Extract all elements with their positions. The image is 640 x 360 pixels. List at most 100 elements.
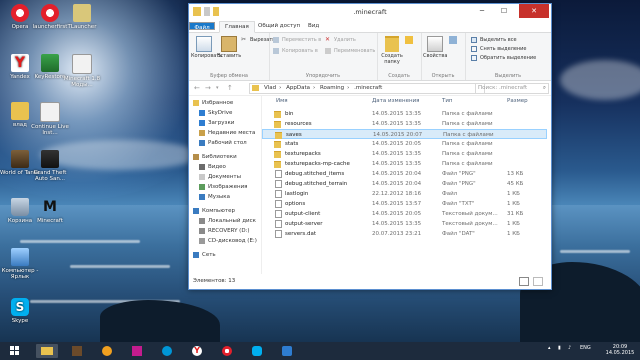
file-row[interactable]: debug.stitched_items 14.05.2015 20:04 Файл… xyxy=(262,169,547,179)
details-view-icon[interactable] xyxy=(519,277,529,286)
desktop-icon-skype[interactable]: S Skype xyxy=(0,298,40,324)
minimize-button[interactable]: ─ xyxy=(471,4,493,18)
taskbar-hp[interactable] xyxy=(156,344,178,358)
taskbar-minecraft[interactable] xyxy=(66,344,88,358)
file-row[interactable]: resources 14.05.2015 13:35 Папка с файлами xyxy=(262,119,547,129)
column-size[interactable]: Размер xyxy=(507,96,528,107)
column-type[interactable]: Тип xyxy=(442,96,453,107)
file-row[interactable]: saves 14.05.2015 20:07 Папка с файлами xyxy=(262,129,547,139)
windows-logo-icon xyxy=(10,346,19,355)
taskbar-skype[interactable] xyxy=(246,344,268,358)
desktop-icon-html[interactable]: Minecraft 1.8 Моды... xyxy=(62,54,102,88)
file-row[interactable]: debug.stitched_terrain 14.05.2015 20:04 Фа… xyxy=(262,179,547,189)
keyrestore-icon xyxy=(41,54,59,72)
nav-item[interactable]: Загрузки xyxy=(189,118,261,128)
nav-item[interactable]: Изображения xyxy=(189,182,261,192)
taskbar-opera[interactable] xyxy=(216,344,238,358)
file-row[interactable]: bin 14.05.2015 13:35 Папка с файлами xyxy=(262,109,547,119)
nav-item[interactable]: RECOVERY (D:) xyxy=(189,226,261,236)
desktop-icon-tlauncher[interactable]: TLauncher xyxy=(62,4,102,30)
taskbar-store[interactable] xyxy=(126,344,148,358)
nav-item[interactable]: Видео xyxy=(189,162,261,172)
back-button[interactable]: ← xyxy=(194,84,200,92)
nav-item[interactable]: Музыка xyxy=(189,192,261,202)
nav-item[interactable]: Рабочий стол xyxy=(189,138,261,148)
up-button[interactable]: ↑ xyxy=(227,84,233,92)
desktop-icon-minecraft[interactable]: M Minecraft xyxy=(30,198,70,224)
move-to-button[interactable]: Переместить в xyxy=(273,36,321,44)
deselect-button[interactable]: Снять выделение xyxy=(471,45,527,53)
delete-button[interactable]: ✕ Удалить xyxy=(325,36,356,44)
breadcrumb-vlad[interactable]: Vlad xyxy=(264,85,276,91)
nav-item[interactable]: Сеть xyxy=(189,250,261,260)
tab-share[interactable]: Общий доступ xyxy=(253,21,305,32)
new-folder-button[interactable]: Создать папку xyxy=(379,36,405,65)
image-icon xyxy=(199,184,205,190)
language-indicator[interactable]: ENG xyxy=(580,345,591,351)
tray-volume-icon[interactable]: ♪ xyxy=(568,345,571,351)
file-row[interactable]: stats 14.05.2015 20:05 Папка с файлами xyxy=(262,139,547,149)
maximize-button[interactable]: ☐ xyxy=(493,4,515,18)
file-row[interactable]: texturepacks-mp-cache 14.05.2015 13:35 Пап… xyxy=(262,159,547,169)
clock[interactable]: 20:09 14.05.2015 xyxy=(602,344,638,356)
new-item-button[interactable] xyxy=(405,36,413,44)
file-name: output-client xyxy=(285,211,321,217)
breadcrumb-roaming[interactable]: Roaming xyxy=(320,85,344,91)
taskbar-app[interactable] xyxy=(276,344,298,358)
nav-item[interactable]: Компьютер xyxy=(189,206,261,216)
address-box[interactable]: Vlad › AppData › Roaming › .minecraft xyxy=(249,83,485,94)
nav-item[interactable]: SkyDrive xyxy=(189,108,261,118)
file-name: stats xyxy=(285,141,299,147)
select-all-button[interactable]: Выделить все xyxy=(471,36,517,44)
opera-icon xyxy=(222,346,232,356)
nav-item[interactable]: Библиотеки xyxy=(189,152,261,162)
large-icons-view-icon[interactable] xyxy=(533,277,543,286)
nav-item[interactable]: Недавние места xyxy=(189,128,261,138)
file-type: Текстовый докум... xyxy=(442,221,498,227)
invert-selection-button[interactable]: Обратить выделение xyxy=(471,54,536,62)
nav-item-label: Документы xyxy=(208,174,241,180)
column-date[interactable]: Дата изменения xyxy=(372,96,419,107)
file-row[interactable]: texturepacks 14.05.2015 13:35 Папка с файл… xyxy=(262,149,547,159)
copy-icon xyxy=(196,36,212,52)
item-count: Элементов: 13 xyxy=(193,278,236,284)
file-row[interactable]: servers.dat 20.07.2013 23:21 Файл "DAT" 1 К… xyxy=(262,229,547,239)
open-button[interactable] xyxy=(449,36,457,44)
file-row[interactable]: lastlogin 22.12.2012 18:16 Файл 1 КБ xyxy=(262,189,547,199)
file-row[interactable]: output-server 14.05.2015 13:35 Текстовый д… xyxy=(262,219,547,229)
nav-item[interactable]: Избранное xyxy=(189,98,261,108)
tab-file[interactable]: Файл xyxy=(189,22,215,31)
nav-item[interactable]: Документы xyxy=(189,172,261,182)
nav-item[interactable]: CD-дисковод (E:) xyxy=(189,236,261,246)
rename-button[interactable]: Переименовать xyxy=(325,47,375,55)
tab-view[interactable]: Вид xyxy=(303,21,324,32)
close-button[interactable]: ✕ xyxy=(519,4,549,18)
tab-home[interactable]: Главная xyxy=(219,21,255,33)
skype-icon xyxy=(252,346,262,356)
breadcrumb-minecraft[interactable]: .minecraft xyxy=(354,85,382,91)
forward-button[interactable]: → xyxy=(205,84,211,92)
nav-item[interactable]: Локальный диск xyxy=(189,216,261,226)
desktop-icon-gta[interactable]: Grand Theft Auto San... xyxy=(30,150,70,182)
breadcrumb-appdata[interactable]: AppData xyxy=(286,85,310,91)
file-row[interactable]: output-client 14.05.2015 20:05 Текстовый д… xyxy=(262,209,547,219)
copy-button[interactable]: Копировать xyxy=(191,36,222,59)
tray-show-hidden-icon[interactable]: ▴ xyxy=(548,345,551,351)
tray-network-icon[interactable]: ▮ xyxy=(558,345,561,351)
taskbar-winamp[interactable] xyxy=(96,344,118,358)
recent-dropdown[interactable]: ▾ xyxy=(216,85,219,91)
file-row[interactable]: options 14.05.2015 13:57 Файл "TXT" 1 КБ xyxy=(262,199,547,209)
column-name[interactable]: Имя xyxy=(276,96,288,107)
taskbar-yandex[interactable]: Y xyxy=(186,344,208,358)
file-icon xyxy=(275,180,282,188)
properties-button[interactable]: Свойства xyxy=(423,36,447,59)
file-type: Папка с файлами xyxy=(442,111,493,117)
desktop-icon-continue[interactable]: Continue Live Inst... xyxy=(30,102,70,136)
paste-button[interactable]: Вставить xyxy=(217,36,241,59)
desktop-icon-computer[interactable]: Компьютер - Ярлык xyxy=(0,248,40,280)
taskbar-explorer[interactable] xyxy=(36,344,58,358)
start-button[interactable] xyxy=(2,344,28,358)
copy-to-button[interactable]: Копировать в xyxy=(273,47,318,55)
search-box[interactable]: Поиск: .minecraft ⌕ xyxy=(475,83,549,94)
cloud xyxy=(560,60,640,100)
